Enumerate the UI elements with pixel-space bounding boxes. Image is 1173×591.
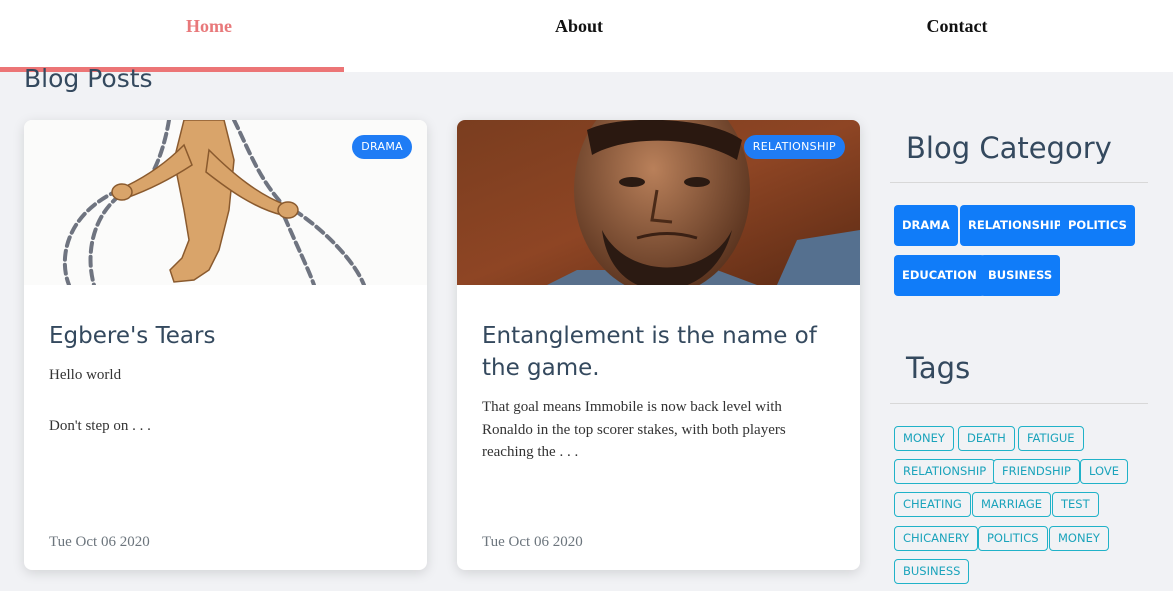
post-category-badge[interactable]: DRAMA	[352, 135, 412, 159]
tag-test[interactable]: TEST	[1052, 492, 1099, 517]
post-category-badge[interactable]: RELATIONSHIP	[743, 135, 845, 159]
post-image[interactable]: DRAMA	[24, 120, 427, 285]
tag-friendship[interactable]: FRIENDSHIP	[993, 459, 1080, 484]
post-card[interactable]: DRAMA Egbere's Tears Hello world Don't s…	[24, 120, 427, 570]
section-title: Blog Posts	[24, 64, 153, 93]
tags-heading: Tags	[906, 351, 971, 385]
post-title[interactable]: Entanglement is the name of the game.	[482, 320, 832, 384]
category-button-relationship[interactable]: RELATIONSHIP	[960, 205, 1071, 246]
post-card[interactable]: RELATIONSHIP Entanglement is the name of…	[457, 120, 860, 570]
post-excerpt: Don't step on . . .	[49, 418, 151, 434]
tag-politics[interactable]: POLITICS	[978, 526, 1048, 551]
nav-about-link[interactable]: About	[370, 16, 788, 38]
tag-money[interactable]: MONEY	[894, 426, 954, 451]
blog-category-heading: Blog Category	[906, 131, 1112, 165]
tag-cheating[interactable]: CHEATING	[894, 492, 971, 517]
tag-relationship[interactable]: RELATIONSHIP	[894, 459, 996, 484]
post-date: Tue Oct 06 2020	[482, 534, 583, 550]
top-nav: Home About Contact	[0, 0, 1173, 72]
tag-death[interactable]: DEATH	[958, 426, 1015, 451]
post-excerpt: That goal means Immobile is now back lev…	[482, 399, 786, 460]
post-excerpt: Hello world	[49, 367, 122, 383]
category-button-education[interactable]: EDUCATION	[894, 255, 985, 296]
tag-marriage[interactable]: MARRIAGE	[972, 492, 1052, 517]
tag-fatigue[interactable]: FATIGUE	[1018, 426, 1084, 451]
divider	[890, 182, 1148, 183]
tag-love[interactable]: LOVE	[1080, 459, 1128, 484]
tag-chicanery[interactable]: CHICANERY	[894, 526, 979, 551]
divider	[890, 403, 1148, 404]
tag-business[interactable]: BUSINESS	[894, 559, 970, 584]
nav-contact-link[interactable]: Contact	[748, 16, 1166, 38]
post-title[interactable]: Egbere's Tears	[49, 320, 399, 352]
tag-money[interactable]: MONEY	[1049, 526, 1109, 551]
post-date: Tue Oct 06 2020	[49, 534, 150, 550]
category-button-business[interactable]: BUSINESS	[980, 255, 1061, 296]
category-button-politics[interactable]: POLITICS	[1060, 205, 1135, 246]
nav-home-link[interactable]: Home	[0, 16, 418, 38]
category-button-drama[interactable]: DRAMA	[894, 205, 958, 246]
post-image[interactable]: RELATIONSHIP	[457, 120, 860, 285]
